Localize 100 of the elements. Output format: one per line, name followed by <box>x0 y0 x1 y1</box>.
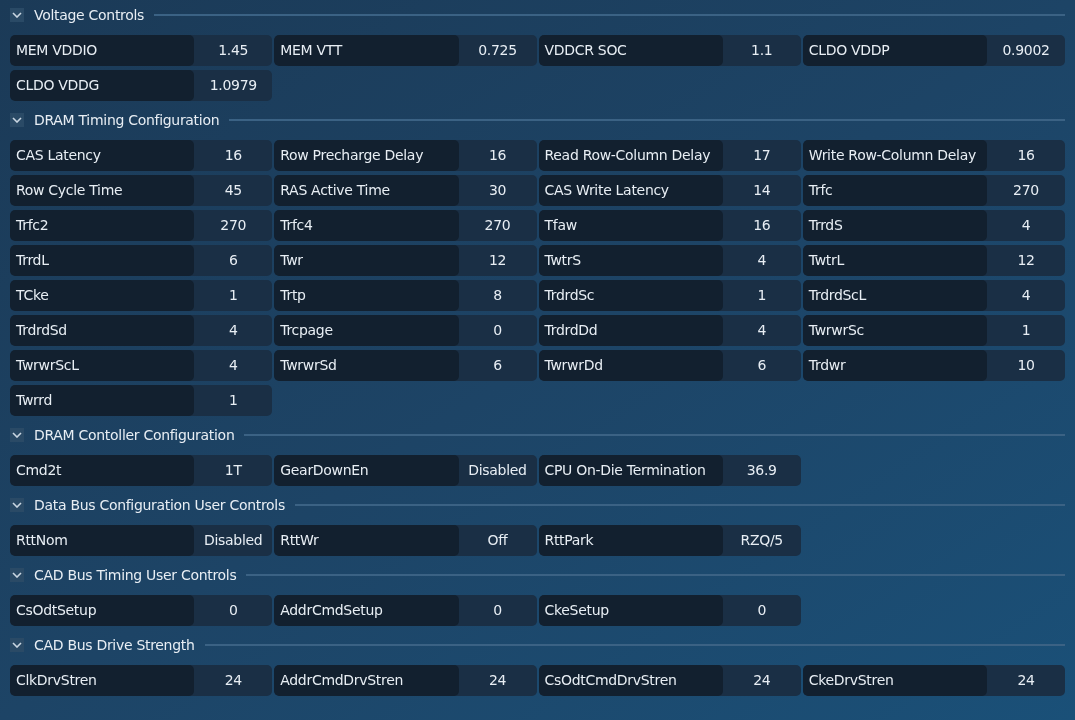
setting-row[interactable]: RAS Active Time 30 <box>274 175 537 206</box>
setting-row[interactable]: Tfaw 16 <box>538 210 801 241</box>
setting-row[interactable]: Twrrd 1 <box>10 385 273 416</box>
setting-label: Write Row-Column Delay <box>802 140 987 171</box>
setting-value: 0 <box>756 601 768 620</box>
setting-row[interactable]: Trfc2 270 <box>10 210 273 241</box>
setting-row[interactable]: TrrdL 6 <box>10 245 273 276</box>
setting-label: TwrwrDd <box>538 350 723 381</box>
setting-row[interactable]: CsOdtCmdDrvStren 24 <box>538 665 801 696</box>
setting-row[interactable]: VDDCR SOC 1.1 <box>538 35 801 66</box>
setting-label: TrdrdSc <box>538 280 723 311</box>
collapse-toggle[interactable] <box>10 498 24 512</box>
setting-row[interactable]: RttWr Off <box>274 525 537 556</box>
setting-row[interactable]: Write Row-Column Delay 16 <box>802 140 1065 171</box>
setting-row[interactable]: TwrwrSd 6 <box>274 350 537 381</box>
setting-value: 0 <box>492 321 503 340</box>
setting-row[interactable]: Twr 12 <box>274 245 537 276</box>
setting-value: 24 <box>487 671 508 690</box>
setting-label: CsOdtCmdDrvStren <box>538 665 723 696</box>
setting-row[interactable]: Cmd2t 1T <box>10 455 273 486</box>
setting-row[interactable]: Trcpage 0 <box>274 315 537 346</box>
setting-row[interactable]: TwrwrSc 1 <box>802 315 1065 346</box>
collapse-toggle[interactable] <box>10 8 24 22</box>
setting-row[interactable]: Trfc 270 <box>802 175 1065 206</box>
collapse-toggle[interactable] <box>10 428 24 442</box>
setting-value: 12 <box>1016 251 1036 270</box>
setting-label: TrdrdDd <box>538 315 723 346</box>
setting-value: 4 <box>227 356 239 375</box>
setting-value: 24 <box>223 671 243 690</box>
setting-value: 12 <box>487 251 508 270</box>
setting-row[interactable]: TrdrdScL 4 <box>802 280 1065 311</box>
setting-label: MEM VDDIO <box>10 35 195 66</box>
setting-value: 8 <box>492 286 503 305</box>
setting-label: TwtrS <box>538 245 723 276</box>
setting-row[interactable]: Read Row-Column Delay 17 <box>538 140 801 171</box>
setting-row[interactable]: AddrCmdSetup 0 <box>274 595 537 626</box>
setting-row[interactable]: GearDownEn Disabled <box>274 455 537 486</box>
setting-row[interactable]: TwtrL 12 <box>802 245 1065 276</box>
setting-label: Trfc4 <box>274 210 459 241</box>
setting-row[interactable]: Row Cycle Time 45 <box>10 175 273 206</box>
setting-label: Tfaw <box>538 210 723 241</box>
setting-value: 0.9002 <box>1001 41 1051 60</box>
setting-row[interactable]: MEM VTT 0.725 <box>274 35 537 66</box>
setting-value: 16 <box>223 146 243 165</box>
setting-label: RttPark <box>538 525 723 556</box>
setting-row[interactable]: MEM VDDIO 1.45 <box>10 35 273 66</box>
setting-label: Trfc <box>802 175 987 206</box>
setting-row[interactable]: TrrdS 4 <box>802 210 1065 241</box>
setting-row[interactable]: AddrCmdDrvStren 24 <box>274 665 537 696</box>
setting-row[interactable]: CPU On-Die Termination 36.9 <box>538 455 801 486</box>
setting-row[interactable]: RttPark RZQ/5 <box>538 525 801 556</box>
setting-label: AddrCmdSetup <box>274 595 459 626</box>
setting-label: Cmd2t <box>10 455 195 486</box>
setting-label: Trcpage <box>274 315 459 346</box>
collapse-toggle[interactable] <box>10 638 24 652</box>
setting-row[interactable]: TwrwrScL 4 <box>10 350 273 381</box>
setting-value: 10 <box>1016 356 1036 375</box>
setting-row[interactable]: TwrwrDd 6 <box>538 350 801 381</box>
setting-row[interactable]: CAS Write Latency 14 <box>538 175 801 206</box>
collapse-toggle[interactable] <box>10 113 24 127</box>
setting-row[interactable]: CkeSetup 0 <box>538 595 801 626</box>
setting-row[interactable]: ClkDrvStren 24 <box>10 665 273 696</box>
setting-row[interactable]: TrdrdSd 4 <box>10 315 273 346</box>
setting-value: 1T <box>223 461 243 480</box>
setting-label: TrdrdScL <box>802 280 987 311</box>
setting-row[interactable]: CsOdtSetup 0 <box>10 595 273 626</box>
setting-row[interactable]: RttNom Disabled <box>10 525 273 556</box>
setting-label: TrdrdSd <box>10 315 195 346</box>
section-title: CAD Bus Timing User Controls <box>34 565 237 585</box>
setting-row[interactable]: Row Precharge Delay 16 <box>274 140 537 171</box>
setting-label: Trdwr <box>802 350 987 381</box>
setting-row[interactable]: TrdrdDd 4 <box>538 315 801 346</box>
setting-row[interactable]: CkeDrvStren 24 <box>802 665 1065 696</box>
setting-row[interactable]: CAS Latency 16 <box>10 140 273 171</box>
setting-row[interactable]: CLDO VDDG 1.0979 <box>10 70 273 101</box>
setting-label: Row Cycle Time <box>10 175 195 206</box>
setting-value: 24 <box>1016 671 1036 690</box>
setting-row[interactable]: Trtp 8 <box>274 280 537 311</box>
setting-label: CkeSetup <box>538 595 723 626</box>
setting-row[interactable]: Trdwr 10 <box>802 350 1065 381</box>
section-title: CAD Bus Drive Strength <box>34 635 195 655</box>
setting-value: 0 <box>492 601 503 620</box>
setting-row[interactable]: TrdrdSc 1 <box>538 280 801 311</box>
chevron-icon <box>12 502 22 508</box>
setting-label: RttNom <box>10 525 195 556</box>
setting-row[interactable]: CLDO VDDP 0.9002 <box>802 35 1065 66</box>
setting-label: CAS Write Latency <box>538 175 723 206</box>
setting-value: 30 <box>487 181 508 200</box>
setting-value: 1 <box>756 286 768 305</box>
setting-label: TrrdS <box>802 210 987 241</box>
setting-value: 0.725 <box>477 41 518 60</box>
setting-row[interactable]: Trfc4 270 <box>274 210 537 241</box>
setting-value: Disabled <box>467 461 528 480</box>
setting-row[interactable]: TCke 1 <box>10 280 273 311</box>
setting-value: 1 <box>227 391 239 410</box>
setting-label: CsOdtSetup <box>10 595 195 626</box>
setting-value: 0 <box>227 601 239 620</box>
collapse-toggle[interactable] <box>10 568 24 582</box>
setting-row[interactable]: TwtrS 4 <box>538 245 801 276</box>
setting-label: VDDCR SOC <box>538 35 723 66</box>
